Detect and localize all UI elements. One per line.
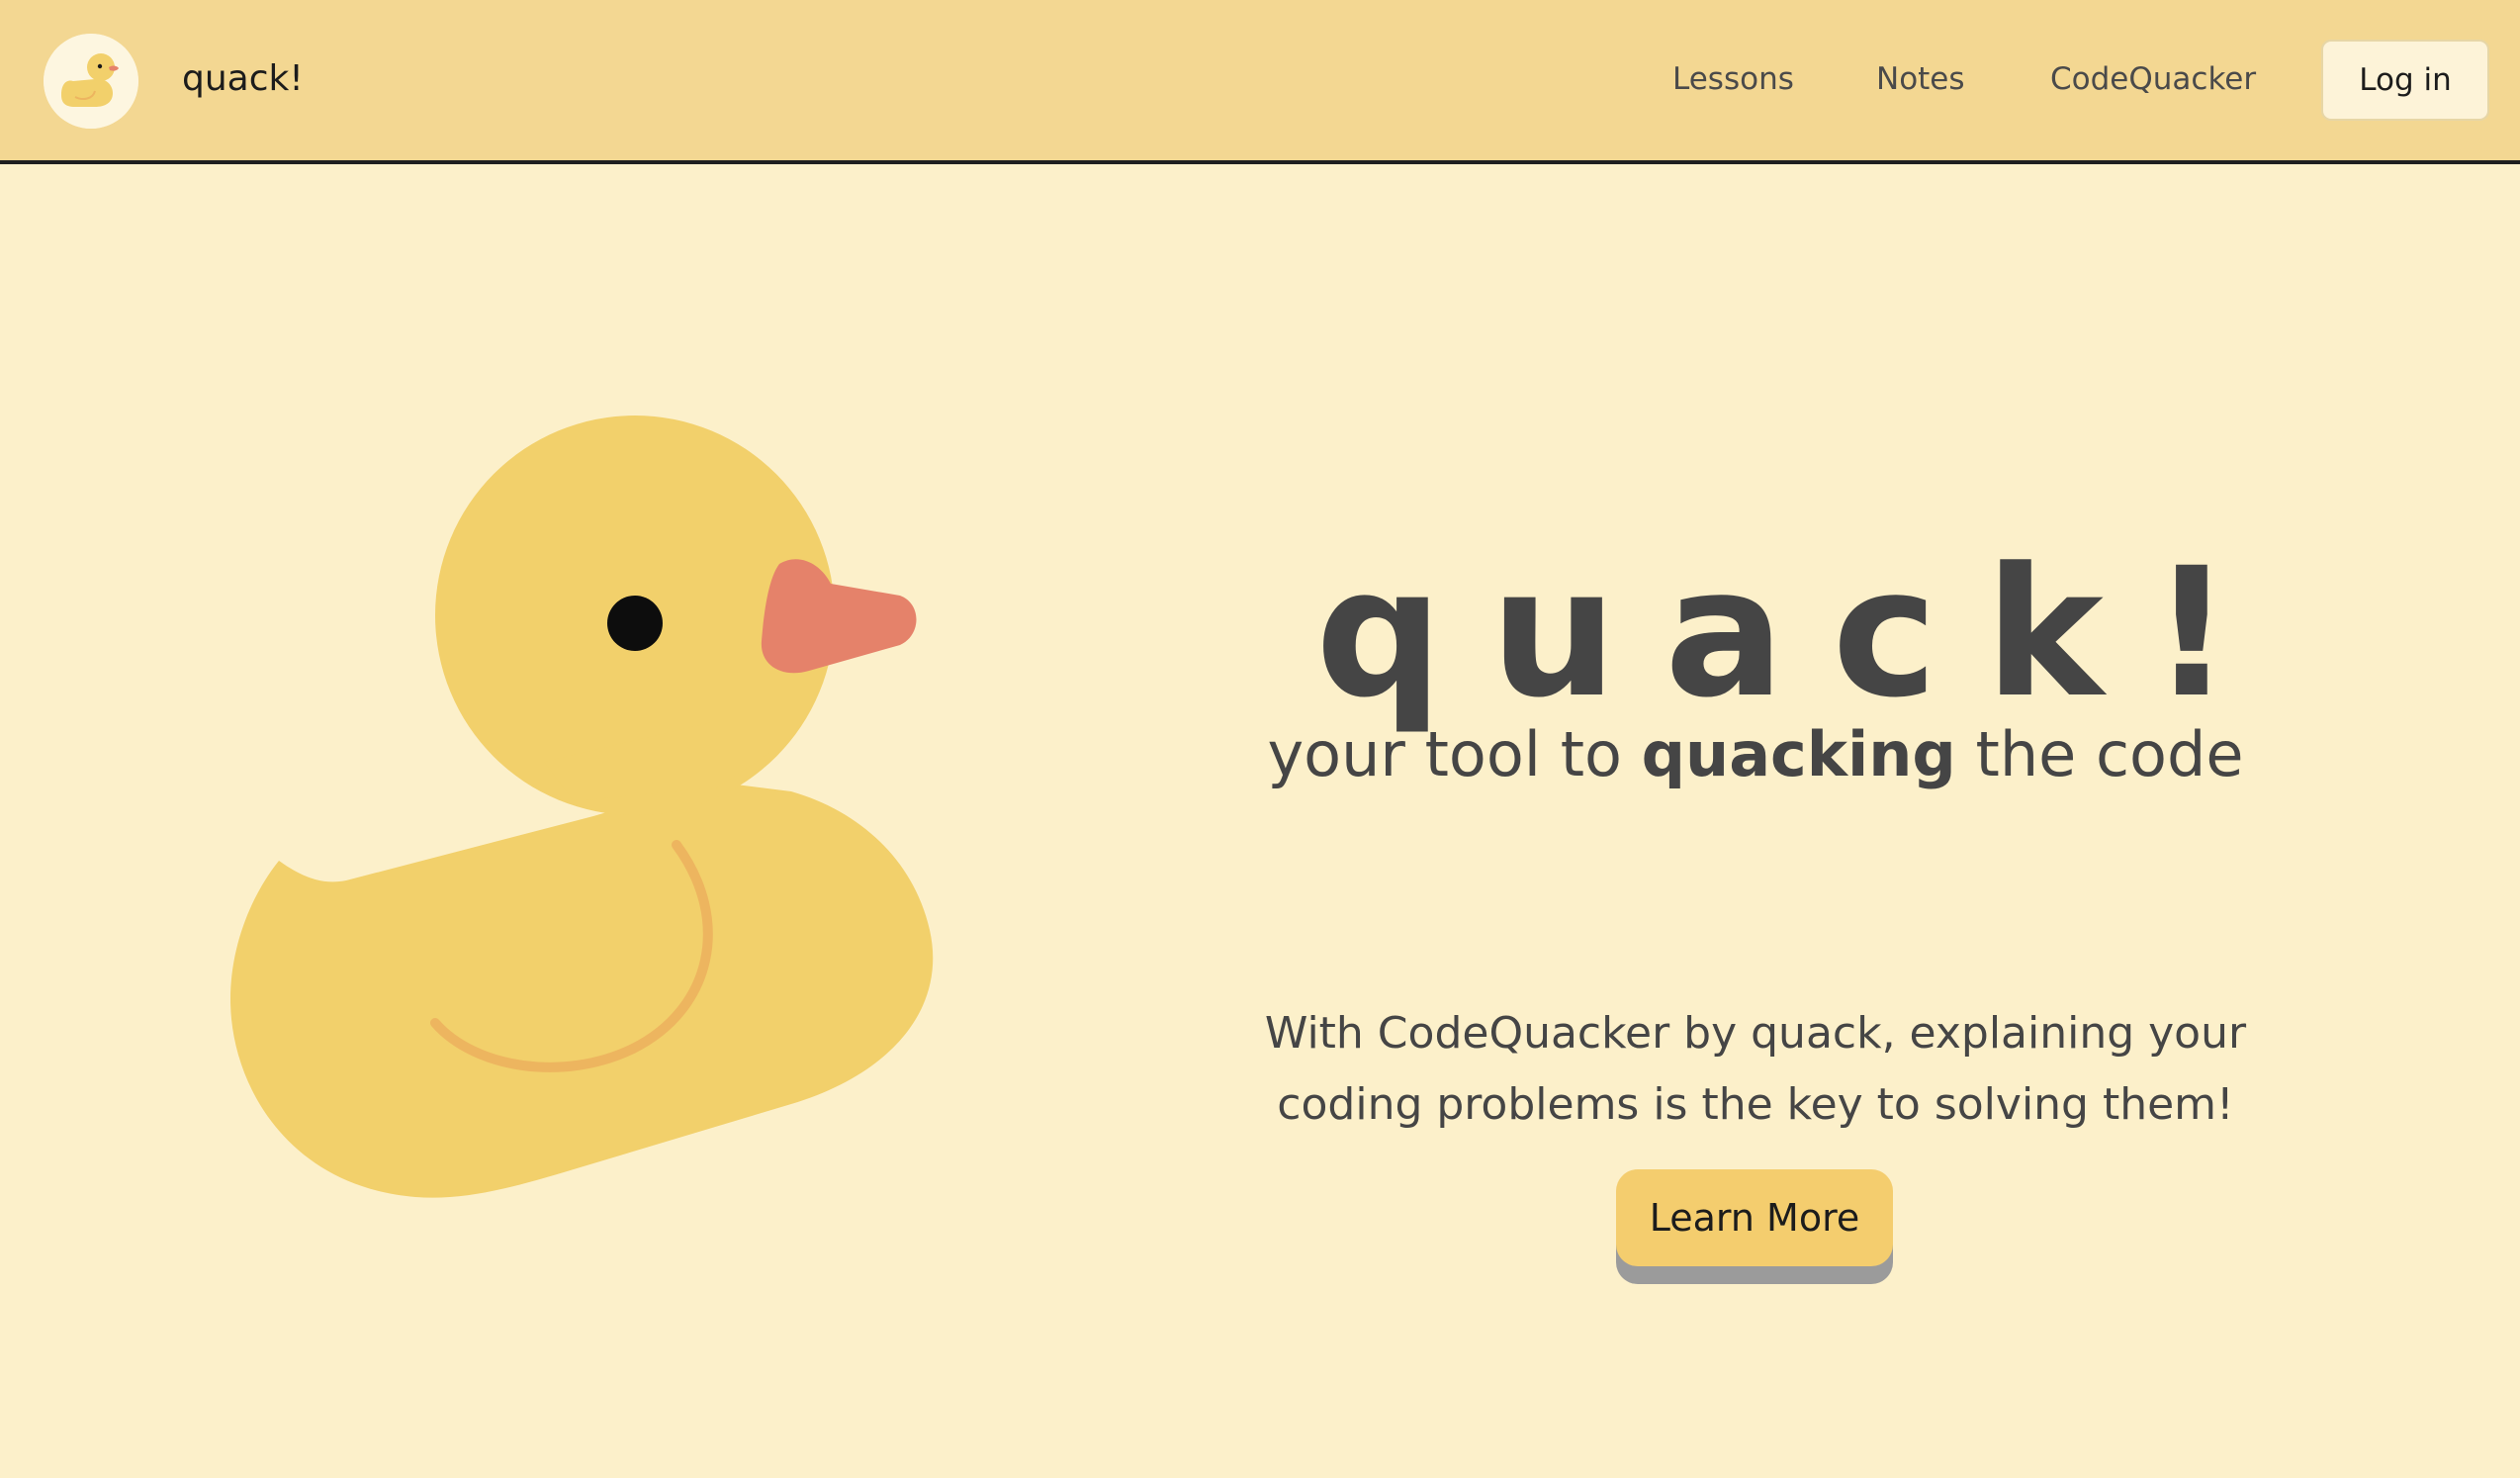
rubber-duck-illustration [218,406,949,1217]
hero-title: quack! [1315,529,2280,737]
hero-tagline: your tool to quacking the code [1207,710,2304,799]
duck-logo-icon[interactable] [44,34,138,129]
learn-more-button[interactable]: Learn More [1616,1169,1893,1266]
top-navbar: quack! Lessons Notes CodeQuacker Log in [0,0,2520,164]
nav-link-notes[interactable]: Notes [1876,57,1965,101]
hero-description: With CodeQuacker by quack, explaining yo… [1264,1008,2247,1130]
login-button[interactable]: Log in [2321,40,2489,121]
nav-link-lessons[interactable]: Lessons [1672,57,1794,101]
tagline-after: the code [1975,718,2244,790]
tagline-emphasis: quacking [1641,718,1956,790]
nav-link-codequacker[interactable]: CodeQuacker [2050,57,2256,101]
tagline-before: your tool to [1267,718,1622,790]
brand-name[interactable]: quack! [182,55,304,103]
